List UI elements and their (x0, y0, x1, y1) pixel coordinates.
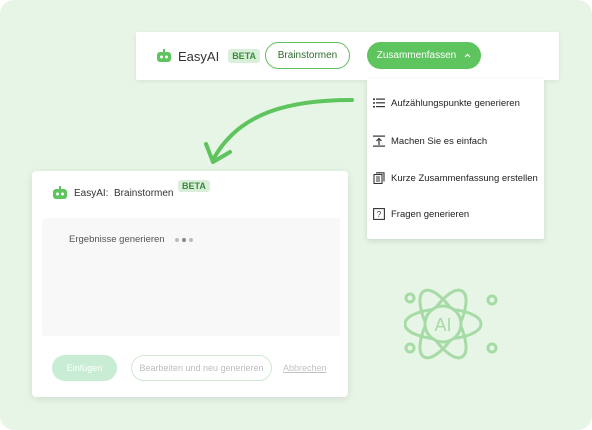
loading-dots-icon (174, 237, 193, 242)
menu-item-summary[interactable]: Kurze Zusammenfassung erstellen (373, 168, 541, 188)
menu-item-label: Aufzählungspunkte generieren (391, 97, 520, 109)
atom-label: AI (434, 315, 451, 335)
brainstorm-card: EasyAI: Brainstormen BETA Ergebnisse gen… (32, 171, 348, 397)
document-icon (373, 172, 385, 184)
card-title: EasyAI: Brainstormen (74, 187, 174, 199)
simplify-icon (373, 135, 385, 147)
cancel-link[interactable]: Abbrechen (283, 363, 327, 373)
summarize-button[interactable]: Zusammenfassen (367, 42, 481, 69)
summarize-dropdown: Aufzählungspunkte generieren Machen Sie … (367, 79, 544, 239)
menu-item-simplify[interactable]: Machen Sie es einfach (373, 131, 541, 151)
insert-label: Einfügen (66, 363, 103, 373)
toolbar: EasyAI BETA Brainstormen Zusammenfassen (136, 32, 559, 80)
results-area: Ergebnisse generieren (42, 218, 340, 336)
curved-arrow-icon (204, 98, 354, 164)
robot-icon (53, 186, 67, 199)
menu-item-label: Machen Sie es einfach (391, 135, 488, 147)
menu-item-label: Kurze Zusammenfassung erstellen (391, 172, 538, 184)
insert-button[interactable]: Einfügen (52, 355, 117, 381)
list-icon (373, 97, 385, 109)
chevron-up-icon (464, 53, 471, 58)
question-icon: ? (373, 208, 385, 220)
app-name: EasyAI (178, 48, 220, 64)
card-header: EasyAI: Brainstormen (52, 183, 173, 203)
menu-item-label: Fragen generieren (391, 208, 470, 220)
summarize-label: Zusammenfassen (376, 50, 457, 61)
edit-regenerate-button[interactable]: Bearbeiten und neu generieren (131, 355, 272, 381)
brainstorm-label: Brainstormen (277, 50, 338, 61)
menu-item-bullets[interactable]: Aufzählungspunkte generieren (373, 93, 541, 113)
svg-text:?: ? (377, 210, 382, 219)
status-text: Ergebnisse generieren (69, 234, 165, 245)
edit-label: Bearbeiten und neu generieren (139, 363, 264, 373)
toolbar-logo: EasyAI BETA (156, 48, 261, 64)
brainstorm-button[interactable]: Brainstormen (265, 42, 350, 69)
generating-status: Ergebnisse generieren (69, 234, 193, 245)
beta-badge: BETA (178, 180, 210, 192)
robot-icon (157, 49, 171, 62)
ai-atom-icon: AI (404, 288, 498, 360)
beta-badge: BETA (228, 49, 261, 63)
menu-item-questions[interactable]: ? Fragen generieren (373, 204, 541, 224)
